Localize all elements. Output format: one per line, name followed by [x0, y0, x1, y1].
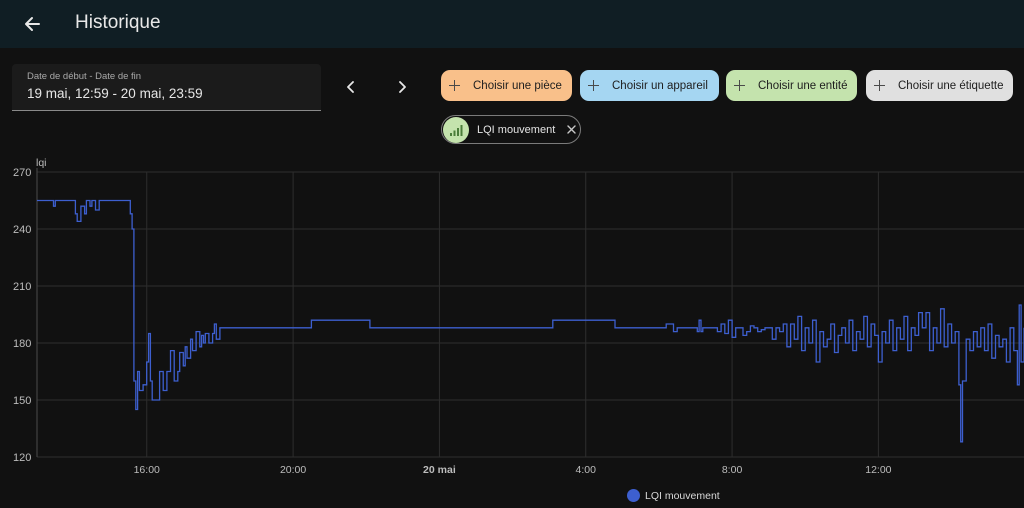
x-tick-label: 20 mai — [423, 464, 456, 476]
date-range-picker[interactable]: Date de début - Date de fin 19 mai, 12:5… — [12, 64, 321, 111]
choose-device-button[interactable]: Choisir un appareil — [580, 70, 719, 101]
y-tick-label: 210 — [13, 281, 31, 293]
x-tick-label: 4:00 — [576, 464, 597, 476]
y-tick-label: 180 — [13, 338, 31, 350]
chevron-left-icon — [347, 81, 354, 93]
plus-icon — [449, 80, 460, 91]
choose-area-label: Choisir une pièce — [473, 79, 562, 92]
choose-entity-button[interactable]: Choisir une entité — [726, 70, 857, 101]
chart-legend-item[interactable]: LQI mouvement — [627, 489, 720, 502]
close-icon[interactable] — [564, 123, 578, 137]
y-axis-label: lqi — [36, 157, 47, 169]
selected-entity-label: LQI mouvement — [477, 123, 556, 136]
date-range-label: Date de début - Date de fin — [27, 71, 142, 82]
chevron-right-icon — [399, 81, 406, 93]
x-tick-label: 16:00 — [134, 464, 160, 476]
series-line-lqi-mouvement — [37, 199, 1024, 443]
back-button[interactable] — [18, 10, 46, 38]
date-range-value: 19 mai, 12:59 - 20 mai, 23:59 — [27, 86, 203, 101]
history-page: Historique Date de début - Date de fin 1… — [0, 0, 1024, 508]
legend-label: LQI mouvement — [645, 489, 720, 502]
choose-area-button[interactable]: Choisir une pièce — [441, 70, 572, 101]
y-tick-label: 270 — [13, 167, 31, 179]
plus-icon — [874, 80, 885, 91]
previous-period-button[interactable] — [337, 73, 365, 101]
next-period-button[interactable] — [388, 73, 416, 101]
selected-entity-chip[interactable]: LQI mouvement — [441, 115, 581, 144]
choose-label-button[interactable]: Choisir une étiquette — [866, 70, 1013, 101]
choose-label-label: Choisir une étiquette — [898, 79, 1004, 92]
x-tick-label: 8:00 — [722, 464, 743, 476]
legend-color-swatch — [627, 489, 640, 502]
signal-bars-icon — [443, 116, 469, 143]
y-tick-label: 120 — [13, 452, 31, 464]
y-tick-label: 150 — [13, 395, 31, 407]
history-chart[interactable]: 270 240 210 180 150 120 16:00 20:00 20 mai 4:00 8:… — [0, 150, 1024, 485]
choose-entity-label: Choisir une entité — [758, 79, 848, 92]
x-tick-label: 20:00 — [280, 464, 306, 476]
plus-icon — [588, 80, 599, 91]
top-app-bar: Historique — [0, 0, 1024, 48]
choose-device-label: Choisir un appareil — [612, 79, 708, 92]
plus-icon — [734, 80, 745, 91]
y-tick-label: 240 — [13, 224, 31, 236]
page-title: Historique — [75, 12, 161, 33]
arrow-left-icon — [25, 17, 40, 31]
x-tick-label: 12:00 — [865, 464, 891, 476]
